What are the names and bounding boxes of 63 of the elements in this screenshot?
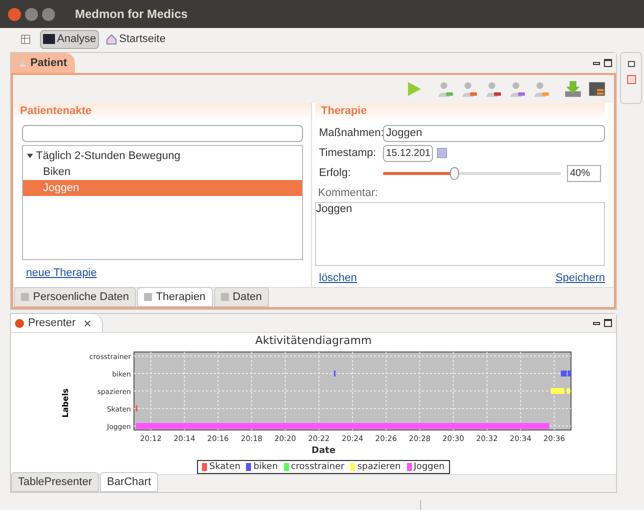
date-field[interactable]: 15.12.201 bbox=[383, 144, 433, 162]
maximize-icon[interactable] bbox=[604, 59, 612, 67]
table-icon bbox=[20, 33, 32, 45]
timeline-bar bbox=[334, 370, 335, 376]
comment-field[interactable]: Joggen bbox=[315, 202, 605, 266]
field-label: Erfolg: bbox=[319, 166, 352, 181]
view-tab[interactable]: Persoenliche Daten bbox=[14, 287, 136, 307]
tab-icon bbox=[220, 293, 229, 301]
maximize-icon[interactable] bbox=[604, 319, 612, 327]
delete-link[interactable]: löschen bbox=[319, 270, 357, 286]
download-icon[interactable] bbox=[564, 80, 582, 98]
minimize-button[interactable] bbox=[25, 8, 38, 20]
legend-label: Joggen bbox=[414, 461, 445, 473]
timeline-bar bbox=[566, 388, 570, 394]
close-button[interactable] bbox=[8, 8, 21, 20]
view-tab[interactable]: TablePresenter bbox=[11, 472, 99, 492]
play-icon[interactable] bbox=[406, 81, 422, 97]
tab-icon bbox=[21, 293, 29, 301]
view-tab[interactable]: Daten bbox=[214, 287, 269, 307]
presenter-icon bbox=[15, 318, 24, 328]
timeline-bar bbox=[135, 406, 137, 412]
save-link[interactable]: Speichern bbox=[555, 270, 605, 286]
comment-label: Kommentar: bbox=[318, 187, 378, 199]
remove-person-icon[interactable] bbox=[484, 80, 502, 98]
field-label: Maßnahmen: bbox=[319, 126, 383, 141]
measure-field[interactable]: Joggen bbox=[383, 124, 605, 142]
tree-item[interactable]: Täglich 2-Stunden Bewegung bbox=[23, 148, 302, 164]
home-icon bbox=[106, 34, 118, 44]
percent-field[interactable]: 40% bbox=[567, 164, 601, 182]
search-field[interactable] bbox=[22, 125, 303, 142]
view-tab[interactable]: BarChart bbox=[100, 472, 158, 492]
perspective-button[interactable]: Analyse bbox=[40, 30, 100, 48]
chart-title: Aktivitätendiagramm bbox=[255, 334, 372, 348]
section-header: Therapie bbox=[315, 103, 605, 121]
y-axis-label: Labels bbox=[60, 388, 70, 418]
minimize-icon[interactable] bbox=[593, 62, 600, 64]
perspective-button[interactable]: Startseite bbox=[103, 30, 169, 48]
slider-handle[interactable] bbox=[450, 166, 460, 180]
legend-label: biken bbox=[253, 461, 278, 473]
x-axis-label: Date bbox=[312, 446, 336, 457]
field-label: Timestamp: bbox=[319, 146, 378, 161]
view-tab[interactable]: Presenter bbox=[11, 314, 103, 332]
tab-icon bbox=[144, 293, 152, 301]
person-icon bbox=[19, 58, 26, 68]
restore-icon[interactable] bbox=[628, 61, 634, 67]
expand-arrow-icon[interactable] bbox=[27, 153, 33, 159]
maximize-button[interactable] bbox=[42, 8, 55, 20]
legend-label: Skaten bbox=[209, 461, 240, 473]
calendar-icon[interactable] bbox=[437, 148, 447, 158]
section-header: Patientenakte bbox=[14, 103, 311, 121]
edit-person-icon[interactable] bbox=[460, 80, 478, 98]
window-title: Medmon for Medics bbox=[75, 6, 188, 23]
legend-label: crosstrainer bbox=[290, 461, 344, 473]
legend-label: spazieren bbox=[357, 461, 401, 473]
monitor-icon bbox=[43, 34, 55, 44]
close-icon[interactable] bbox=[84, 320, 91, 326]
new-therapy-link[interactable]: neue Therapie bbox=[26, 265, 97, 282]
view-tab[interactable]: Therapien bbox=[137, 287, 213, 307]
minimize-icon[interactable] bbox=[593, 322, 600, 324]
timeline-bar bbox=[550, 388, 564, 394]
tree-item[interactable]: Biken bbox=[23, 164, 302, 180]
add-person-icon[interactable] bbox=[436, 80, 454, 98]
view-tab[interactable]: Patient bbox=[11, 53, 75, 73]
